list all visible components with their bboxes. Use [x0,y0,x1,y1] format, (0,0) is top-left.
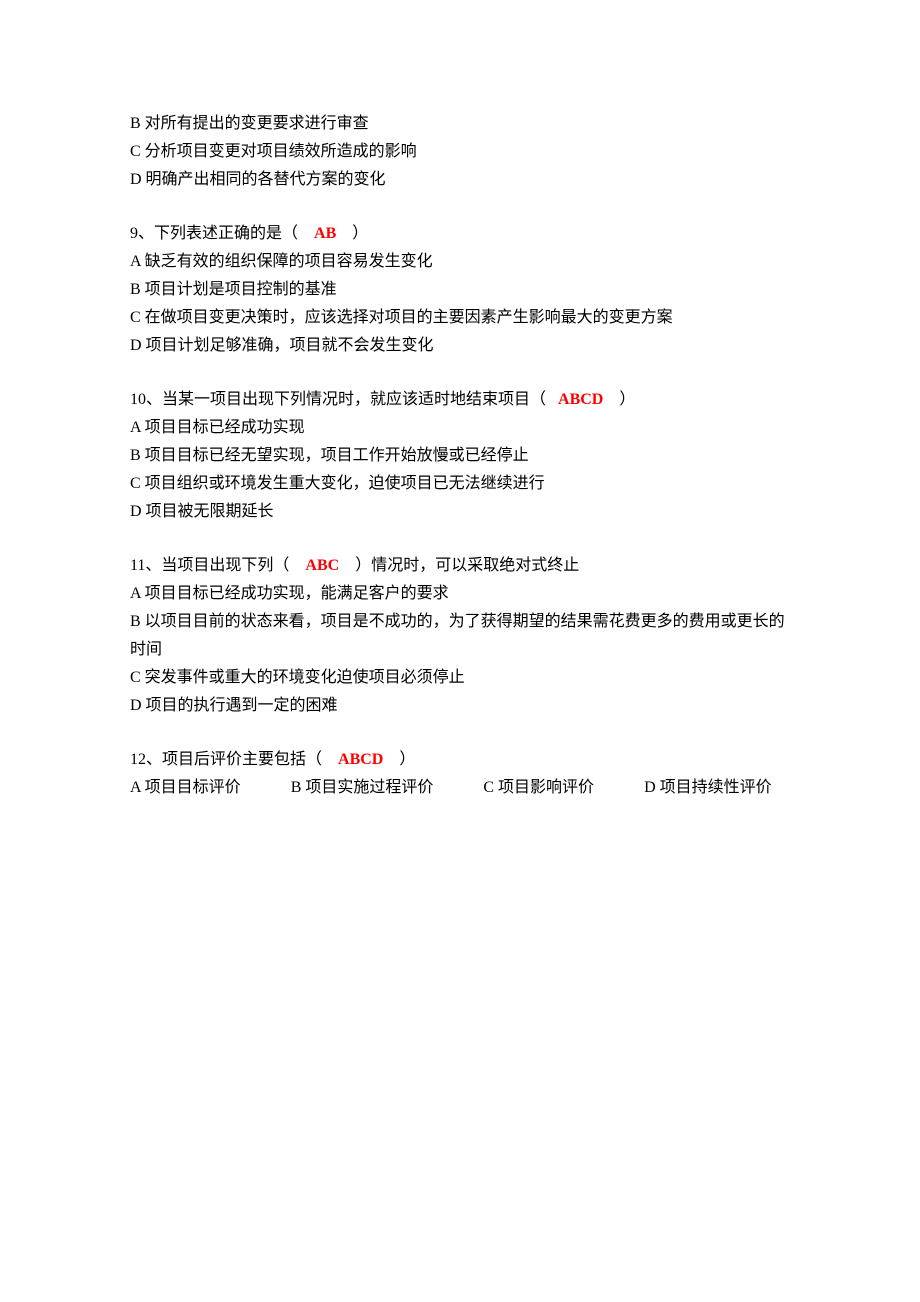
stem-text-post: ） [352,225,368,242]
option-c: C 项目组织或环境发生重大变化，迫使项目已无法继续进行 [130,470,790,498]
options-row: A 项目目标评价 B 项目实施过程评价 C 项目影响评价 D 项目持续性评价 [130,774,790,802]
option-a: A 缺乏有效的组织保障的项目容易发生变化 [130,248,790,276]
option-b: B 项目计划是项目控制的基准 [130,276,790,304]
stem-text-pre: 12、项目后评价主要包括（ [130,751,322,768]
option-b: B 项目实施过程评价 [291,774,434,802]
question-8-tail: B 对所有提出的变更要求进行审查 C 分析项目变更对项目绩效所造成的影响 D 明… [130,110,790,194]
stem-text-pre: 10、当某一项目出现下列情况时，就应该适时地结束项目（ [130,391,546,408]
option-a: A 项目目标已经成功实现，能满足客户的要求 [130,580,790,608]
question-12: 12、项目后评价主要包括（ ABCD ） A 项目目标评价 B 项目实施过程评价… [130,746,790,802]
question-9: 9、下列表述正确的是（ AB ） A 缺乏有效的组织保障的项目容易发生变化 B … [130,220,790,360]
question-stem: 9、下列表述正确的是（ AB ） [130,220,790,248]
option-b: B 项目目标已经无望实现，项目工作开始放慢或已经停止 [130,442,790,470]
stem-text-post: ）情况时，可以采取绝对式终止 [355,557,579,574]
question-stem: 11、当项目出现下列（ ABC ）情况时，可以采取绝对式终止 [130,552,790,580]
option-a: A 项目目标评价 [130,774,241,802]
stem-text-post: ） [399,751,415,768]
stem-text-post: ） [619,391,635,408]
option-c: C 在做项目变更决策时，应该选择对项目的主要因素产生影响最大的变更方案 [130,304,790,332]
answer-text: ABC [305,557,339,574]
option-d: D 项目持续性评价 [644,774,772,802]
question-stem: 10、当某一项目出现下列情况时，就应该适时地结束项目（ ABCD ） [130,386,790,414]
question-11: 11、当项目出现下列（ ABC ）情况时，可以采取绝对式终止 A 项目目标已经成… [130,552,790,720]
stem-text-pre: 9、下列表述正确的是（ [130,225,298,242]
option-b: B 对所有提出的变更要求进行审查 [130,110,790,138]
stem-text-pre: 11、当项目出现下列（ [130,557,289,574]
question-10: 10、当某一项目出现下列情况时，就应该适时地结束项目（ ABCD ） A 项目目… [130,386,790,526]
option-c: C 分析项目变更对项目绩效所造成的影响 [130,138,790,166]
answer-text: ABCD [558,391,603,408]
option-c: C 项目影响评价 [483,774,594,802]
option-b: B 以项目目前的状态来看，项目是不成功的，为了获得期望的结果需花费更多的费用或更… [130,608,790,664]
answer-text: ABCD [338,751,383,768]
answer-text: AB [314,225,336,242]
option-c: C 突发事件或重大的环境变化迫使项目必须停止 [130,664,790,692]
question-stem: 12、项目后评价主要包括（ ABCD ） [130,746,790,774]
option-d: D 项目计划足够准确，项目就不会发生变化 [130,332,790,360]
option-d: D 项目的执行遇到一定的困难 [130,692,790,720]
option-a: A 项目目标已经成功实现 [130,414,790,442]
option-d: D 明确产出相同的各替代方案的变化 [130,166,790,194]
option-d: D 项目被无限期延长 [130,498,790,526]
